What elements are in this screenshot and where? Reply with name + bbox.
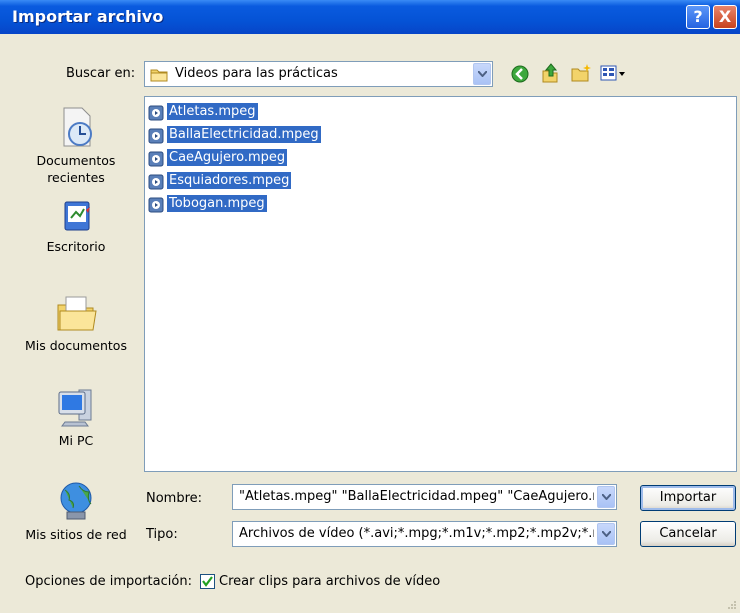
close-button[interactable]: X bbox=[713, 5, 737, 29]
view-menu-icon[interactable] bbox=[600, 65, 626, 83]
file-name: Tobogan.mpeg bbox=[167, 195, 267, 212]
filename-label: Nombre: bbox=[146, 491, 203, 506]
place-my-computer[interactable]: Mi PC bbox=[15, 386, 137, 449]
new-folder-icon[interactable] bbox=[570, 63, 592, 83]
file-list[interactable]: Atletas.mpeg BallaElectricidad.mpeg CaeA… bbox=[144, 96, 737, 472]
filetype-dropdown-arrow[interactable] bbox=[597, 523, 615, 545]
checkmark-icon bbox=[202, 576, 213, 587]
place-label: Mis sitios de red bbox=[25, 527, 127, 542]
lookin-value: Videos para las prácticas bbox=[175, 66, 338, 81]
filename-value: "Atletas.mpeg" "BallaElectricidad.mpeg" … bbox=[239, 489, 594, 504]
place-label: Mis documentos bbox=[25, 338, 127, 353]
create-clips-label[interactable]: Crear clips para archivos de vídeo bbox=[219, 574, 440, 589]
filename-dropdown-arrow[interactable] bbox=[597, 486, 615, 508]
file-name: Atletas.mpeg bbox=[167, 103, 258, 120]
video-file-icon bbox=[148, 197, 164, 213]
video-file-icon bbox=[148, 151, 164, 167]
help-button[interactable]: ? bbox=[686, 5, 710, 29]
back-icon[interactable] bbox=[510, 64, 530, 84]
folder-icon bbox=[150, 69, 168, 82]
network-places-icon bbox=[60, 482, 92, 520]
place-desktop[interactable]: Escritorio bbox=[15, 200, 137, 255]
filetype-label: Tipo: bbox=[146, 527, 178, 542]
place-network-places[interactable]: Mis sitios de red bbox=[15, 480, 137, 543]
video-file-icon bbox=[148, 174, 164, 190]
lookin-label: Buscar en: bbox=[66, 66, 136, 81]
title-bar[interactable]: Importar archivo ? X bbox=[0, 0, 740, 34]
file-name: Esquiadores.mpeg bbox=[167, 172, 292, 189]
filetype-value: Archivos de vídeo (*.avi;*.mpg;*.m1v;*.m… bbox=[239, 526, 594, 541]
lookin-dropdown[interactable]: Videos para las prácticas bbox=[144, 61, 493, 87]
create-clips-checkbox[interactable] bbox=[200, 574, 215, 589]
cancel-button[interactable]: Cancelar bbox=[640, 521, 736, 547]
filetype-dropdown[interactable]: Archivos de vídeo (*.avi;*.mpg;*.m1v;*.m… bbox=[232, 521, 617, 547]
video-file-icon bbox=[148, 105, 164, 121]
place-label: Escritorio bbox=[46, 239, 106, 254]
recent-documents-icon bbox=[63, 107, 92, 147]
desktop-icon bbox=[64, 201, 90, 231]
my-documents-icon bbox=[57, 296, 97, 331]
place-my-documents[interactable]: Mis documentos bbox=[15, 293, 137, 354]
lookin-dropdown-arrow[interactable] bbox=[473, 63, 491, 85]
file-name: CaeAgujero.mpeg bbox=[167, 149, 288, 166]
resize-grip-icon[interactable] bbox=[727, 600, 737, 610]
window-title: Importar archivo bbox=[12, 7, 164, 26]
my-computer-icon bbox=[58, 389, 92, 427]
place-label: Mi PC bbox=[58, 433, 94, 448]
import-file-dialog: Importar archivo ? X Buscar en: Videos p… bbox=[0, 0, 740, 613]
places-bar: Documentos recientes Escritorio Mis docu… bbox=[15, 94, 137, 555]
up-folder-icon[interactable] bbox=[540, 62, 560, 84]
import-button[interactable]: Importar bbox=[640, 485, 736, 511]
place-recent-documents[interactable]: Documentos recientes bbox=[15, 106, 137, 186]
video-file-icon bbox=[148, 128, 164, 144]
file-name: BallaElectricidad.mpeg bbox=[167, 126, 321, 143]
filename-input[interactable]: "Atletas.mpeg" "BallaElectricidad.mpeg" … bbox=[232, 484, 617, 510]
place-label: Documentos recientes bbox=[36, 153, 116, 185]
import-options-label: Opciones de importación: bbox=[25, 574, 192, 589]
